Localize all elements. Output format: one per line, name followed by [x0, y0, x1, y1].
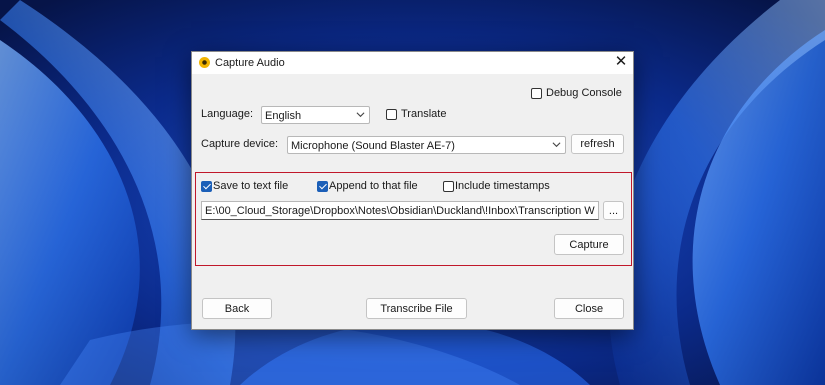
- include-timestamps-label[interactable]: Include timestamps: [455, 180, 550, 192]
- close-button[interactable]: Close: [554, 298, 624, 319]
- capture-device-selected-value: Microphone (Sound Blaster AE-7): [291, 140, 455, 152]
- capture-audio-app-icon: [199, 57, 210, 68]
- include-timestamps-checkbox[interactable]: [443, 181, 454, 192]
- debug-console-label[interactable]: Debug Console: [546, 87, 622, 99]
- save-to-text-file-label[interactable]: Save to text file: [213, 180, 288, 192]
- file-path-input[interactable]: [202, 202, 598, 219]
- back-button[interactable]: Back: [202, 298, 272, 319]
- dialog-title: Capture Audio: [215, 57, 285, 69]
- append-to-file-label[interactable]: Append to that file: [329, 180, 418, 192]
- browse-button[interactable]: ...: [603, 201, 624, 220]
- chevron-down-icon: [552, 142, 561, 148]
- language-selected-value: English: [265, 110, 302, 122]
- debug-console-checkbox[interactable]: [531, 88, 542, 99]
- append-to-file-checkbox[interactable]: [317, 181, 328, 192]
- capture-button[interactable]: Capture: [554, 234, 624, 255]
- language-label: Language:: [201, 108, 253, 120]
- refresh-button[interactable]: refresh: [571, 134, 624, 154]
- title-bar[interactable]: Capture Audio ✕: [192, 52, 633, 74]
- chevron-down-icon: [356, 112, 365, 118]
- capture-device-label: Capture device:: [201, 138, 279, 150]
- capture-audio-dialog: Capture Audio ✕ Debug Console Language: …: [191, 51, 634, 330]
- capture-device-select[interactable]: Microphone (Sound Blaster AE-7): [287, 136, 566, 154]
- language-select[interactable]: English: [261, 106, 370, 124]
- save-to-text-file-checkbox[interactable]: [201, 181, 212, 192]
- close-icon[interactable]: ✕: [613, 53, 629, 71]
- file-path-field[interactable]: [201, 201, 599, 220]
- transcribe-file-button[interactable]: Transcribe File: [366, 298, 467, 319]
- translate-checkbox[interactable]: [386, 109, 397, 120]
- translate-label[interactable]: Translate: [401, 108, 446, 120]
